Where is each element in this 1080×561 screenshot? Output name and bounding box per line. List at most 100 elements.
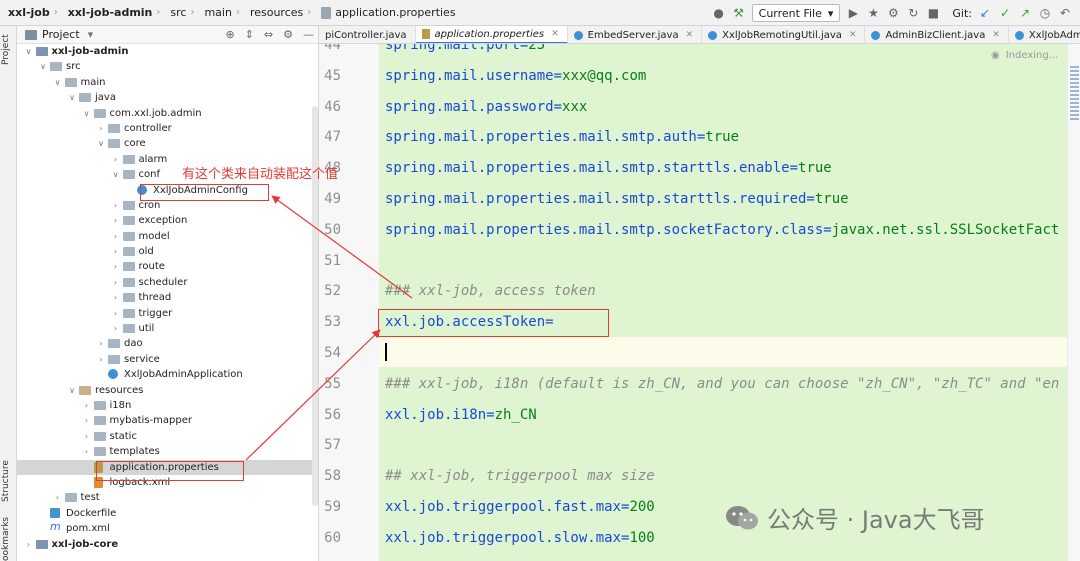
chevron-down-icon[interactable]: ∨	[111, 167, 121, 182]
tree-node[interactable]: › test	[17, 490, 318, 505]
tree-node[interactable]: Dockerfile	[17, 506, 318, 521]
editor-tab[interactable]: EmbedServer.java ✕	[568, 26, 703, 43]
tree-node[interactable]: ∨ resources	[17, 383, 318, 398]
breadcrumb-item[interactable]: main ›	[196, 0, 241, 26]
chevron-down-icon[interactable]: ∨	[67, 383, 77, 398]
chevron-down-icon[interactable]: ∨	[96, 136, 106, 151]
chevron-right-icon[interactable]: ›	[111, 306, 121, 321]
tree-node[interactable]: › model	[17, 229, 318, 244]
profile-icon[interactable]: ↻	[906, 6, 920, 20]
code-line[interactable]: spring.mail.properties.mail.smtp.socketF…	[385, 222, 1059, 238]
chevron-right-icon[interactable]: ›	[96, 352, 106, 367]
editor-tab[interactable]: AdminBizClient.java ✕	[865, 26, 1009, 43]
breadcrumb-item[interactable]: xxl-job-admin ›	[60, 0, 163, 26]
stop-icon[interactable]: ■	[926, 6, 940, 20]
code-line[interactable]: spring.mail.properties.mail.smtp.auth=tr…	[385, 129, 739, 145]
tree-node[interactable]: › route	[17, 259, 318, 274]
tree-node[interactable]: › static	[17, 429, 318, 444]
tree-node[interactable]: m pom.xml	[17, 520, 318, 536]
tree-node[interactable]: XxlJobAdminApplication	[17, 367, 318, 382]
chevron-down-icon[interactable]: ▾	[88, 28, 94, 41]
debug-icon[interactable]: ★	[866, 6, 880, 20]
chevron-right-icon[interactable]: ›	[111, 321, 121, 336]
tree-node[interactable]: › thread	[17, 290, 318, 305]
chevron-right-icon[interactable]: ›	[53, 490, 63, 505]
editor-tab[interactable]: XxlJobRemotingUtil.java ✕	[702, 26, 866, 43]
locate-icon[interactable]: ⊕	[225, 28, 234, 41]
project-tool-tab[interactable]: Project	[1, 30, 16, 70]
tree-node[interactable]: ∨ xxl-job-admin	[17, 44, 318, 59]
close-icon[interactable]: ✕	[686, 30, 694, 40]
chevron-right-icon[interactable]: ›	[111, 229, 121, 244]
chevron-down-icon[interactable]: ∨	[38, 59, 48, 74]
git-update-icon[interactable]: ↙	[978, 6, 992, 20]
project-panel-title[interactable]: Project	[42, 28, 80, 41]
breadcrumb-item[interactable]: application.properties	[313, 0, 457, 26]
code-line[interactable]: xxl.job.triggerpool.slow.max=100	[385, 530, 655, 546]
tree-node[interactable]: ∨ java	[17, 90, 318, 105]
tree-node[interactable]: ∨ main	[17, 75, 318, 90]
code-line[interactable]: ### xxl-job, access token	[385, 283, 596, 299]
close-icon[interactable]: ✕	[849, 30, 857, 40]
tree-node[interactable]: ∨ com.xxl.job.admin	[17, 106, 318, 121]
chevron-right-icon[interactable]: ›	[82, 398, 92, 413]
chevron-right-icon[interactable]: ›	[111, 244, 121, 259]
code-editor[interactable]: 44 45 46 47 48 49 50 51 52 53 54 55 56 57 58 59 60 sprin…	[319, 44, 1080, 561]
chevron-down-icon[interactable]: ∨	[24, 44, 34, 59]
coverage-icon[interactable]: ⚙	[886, 6, 900, 20]
code-line[interactable]: spring.mail.port=25	[385, 44, 545, 53]
chevron-right-icon[interactable]: ›	[96, 336, 106, 351]
tree-node[interactable]: › templates	[17, 444, 318, 459]
chevron-right-icon[interactable]: ›	[82, 413, 92, 428]
tree-node[interactable]: › service	[17, 352, 318, 367]
tree-node[interactable]: › controller	[17, 121, 318, 136]
chevron-right-icon[interactable]: ›	[82, 429, 92, 444]
chevron-right-icon[interactable]: ›	[24, 537, 34, 552]
tree-node[interactable]: ∨ src	[17, 59, 318, 74]
git-push-icon[interactable]: ↗	[1018, 6, 1032, 20]
close-icon[interactable]: ✕	[992, 30, 1000, 40]
collapse-all-icon[interactable]: ⇔	[264, 28, 273, 41]
history-icon[interactable]: ◷	[1038, 6, 1052, 20]
bookmarks-tool-tab[interactable]: ookmarks	[1, 517, 16, 561]
editor-tab[interactable]: XxlJobAdminConfig✕	[1009, 26, 1080, 43]
expand-all-icon[interactable]: ⇕	[245, 28, 254, 41]
tree-node[interactable]: ∨ core	[17, 136, 318, 151]
close-icon[interactable]: ✕	[551, 29, 559, 39]
tree-node[interactable]: › trigger	[17, 306, 318, 321]
minimize-icon[interactable]: —	[303, 28, 314, 41]
breadcrumb-item[interactable]: resources ›	[242, 0, 313, 26]
code-line[interactable]: spring.mail.username=xxx@qq.com	[385, 68, 646, 84]
tree-node[interactable]: › dao	[17, 336, 318, 351]
gear-icon[interactable]: ⚙	[283, 28, 293, 41]
chevron-right-icon[interactable]: ›	[82, 444, 92, 459]
editor-tab[interactable]: application.properties ✕	[415, 26, 568, 43]
run-configuration-select[interactable]: Current File ▾	[751, 4, 841, 22]
editor-tab[interactable]: piController.java	[319, 26, 416, 43]
chevron-right-icon[interactable]: ›	[111, 259, 121, 274]
tree-node[interactable]: › scheduler	[17, 275, 318, 290]
tree-node[interactable]: › mybatis-mapper	[17, 413, 318, 428]
breadcrumb-item[interactable]: src ›	[162, 0, 196, 26]
chevron-down-icon[interactable]: ∨	[53, 75, 63, 90]
tree-node[interactable]: › exception	[17, 213, 318, 228]
code-line[interactable]: spring.mail.password=xxx	[385, 99, 587, 115]
code-line[interactable]: spring.mail.properties.mail.smtp.starttl…	[385, 160, 832, 176]
code-line[interactable]: xxl.job.triggerpool.fast.max=200	[385, 499, 655, 515]
error-stripe[interactable]	[1067, 44, 1080, 561]
chevron-right-icon[interactable]: ›	[111, 198, 121, 213]
git-commit-icon[interactable]: ✓	[998, 6, 1012, 20]
structure-tool-tab[interactable]: Structure	[1, 456, 16, 506]
code-line[interactable]: spring.mail.properties.mail.smtp.starttl…	[385, 191, 849, 207]
chevron-right-icon[interactable]: ›	[96, 121, 106, 136]
chevron-right-icon[interactable]: ›	[111, 290, 121, 305]
tree-node[interactable]: › xxl-job-core	[17, 537, 318, 552]
code-line[interactable]: xxl.job.i18n=zh_CN	[385, 407, 537, 423]
run-icon[interactable]: ▶	[846, 6, 860, 20]
code-line[interactable]: ## xxl-job, triggerpool max size	[385, 468, 655, 484]
rollback-icon[interactable]: ↶	[1058, 6, 1072, 20]
tree-node[interactable]: › util	[17, 321, 318, 336]
user-icon[interactable]: ●	[712, 6, 726, 20]
build-hammer-icon[interactable]: ⚒	[732, 6, 746, 20]
chevron-down-icon[interactable]: ∨	[82, 106, 92, 121]
